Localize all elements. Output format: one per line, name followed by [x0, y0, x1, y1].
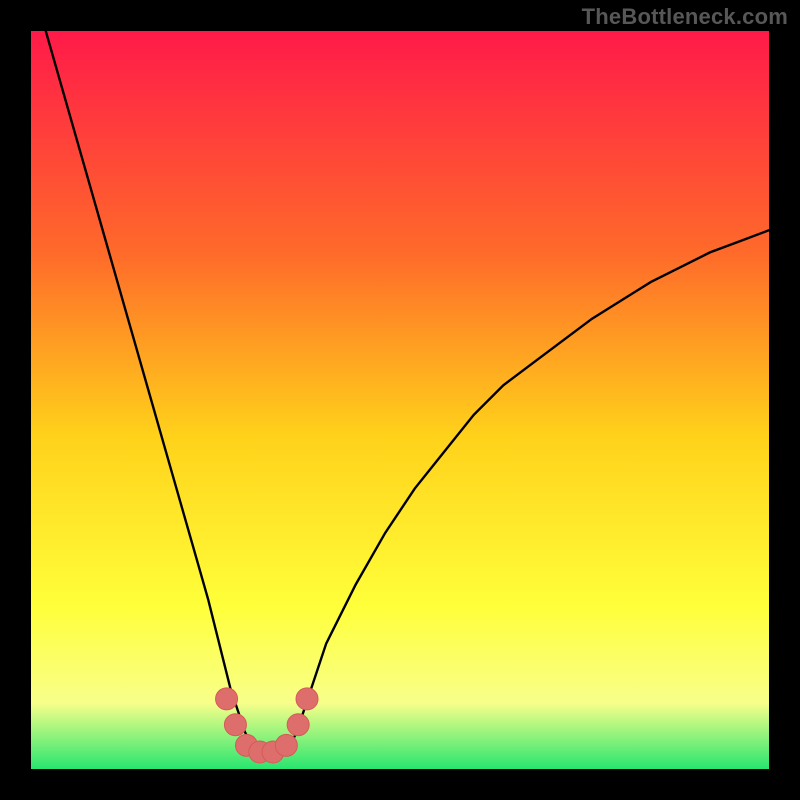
curve-marker — [296, 688, 318, 710]
chart-svg — [31, 31, 769, 769]
curve-marker — [224, 714, 246, 736]
chart-frame: TheBottleneck.com — [0, 0, 800, 800]
curve-marker — [275, 734, 297, 756]
curve-marker — [287, 714, 309, 736]
watermark-text: TheBottleneck.com — [582, 4, 788, 30]
curve-marker — [216, 688, 238, 710]
gradient-background — [31, 31, 769, 769]
plot-area — [31, 31, 769, 769]
